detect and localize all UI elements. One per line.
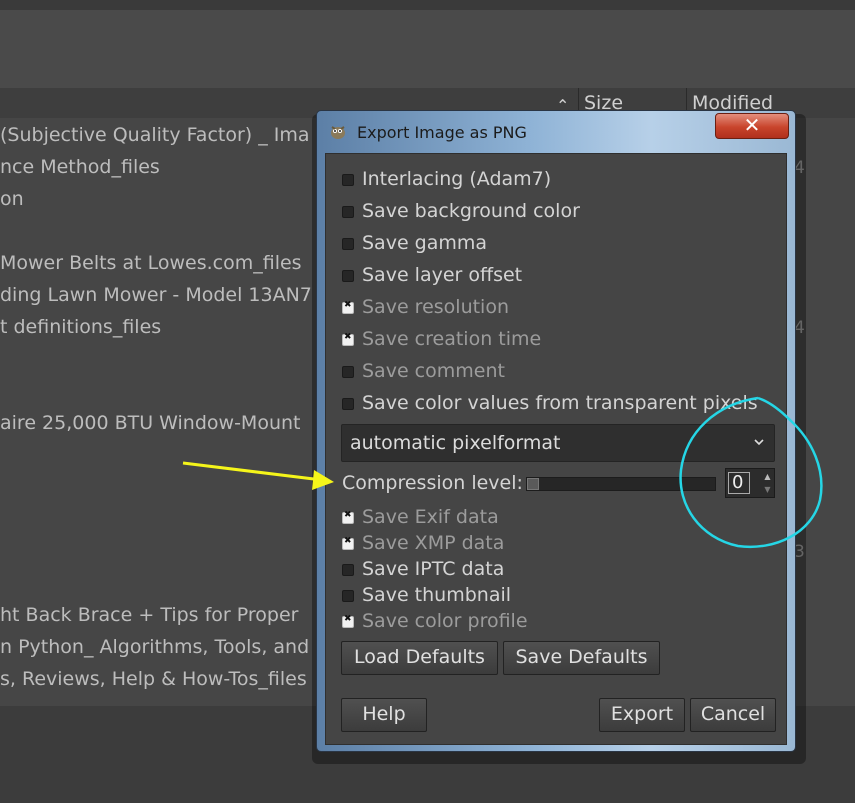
file-row[interactable]: on — [0, 188, 24, 210]
option-label: Save background color — [362, 200, 580, 222]
checkbox[interactable] — [342, 366, 354, 378]
checkbox[interactable] — [342, 300, 354, 314]
export-button[interactable]: Export — [599, 698, 685, 732]
dialog-title: Export Image as PNG — [357, 123, 527, 142]
option-label: Save Exif data — [362, 506, 499, 528]
spin-up-icon[interactable]: ▲ — [762, 471, 773, 483]
file-row[interactable]: n Python_ Algorithms, Tools, and — [0, 636, 309, 658]
dialog-titlebar[interactable]: Export Image as PNG ✕ — [317, 111, 795, 153]
compression-slider[interactable] — [526, 477, 716, 491]
file-row[interactable]: nce Method_files — [0, 156, 160, 178]
chevron-down-icon — [754, 439, 764, 446]
checkbox[interactable] — [342, 590, 354, 602]
cancel-button[interactable]: Cancel — [690, 698, 776, 732]
option-label: Save comment — [362, 360, 505, 382]
option-label: Interlacing (Adam7) — [362, 168, 552, 190]
window-top-strip — [0, 0, 855, 10]
file-row[interactable]: ht Back Brace + Tips for Proper — [0, 604, 299, 626]
option-label: Save layer offset — [362, 264, 523, 286]
file-row[interactable]: t definitions_files — [0, 316, 161, 338]
load-defaults-button[interactable]: Load Defaults — [341, 641, 498, 675]
option-label: Save IPTC data — [362, 558, 505, 580]
file-row[interactable]: aire 25,000 BTU Window-Mount — [0, 412, 300, 434]
checkbox[interactable] — [342, 510, 354, 524]
close-icon: ✕ — [743, 113, 761, 137]
checkbox[interactable] — [342, 332, 354, 346]
option-label: Save color values from transparent pixel… — [362, 392, 758, 414]
file-row[interactable]: (Subjective Quality Factor) _ Ima — [0, 124, 310, 146]
compression-spinbox[interactable]: 0 ▲ ▼ — [725, 468, 775, 498]
checkbox[interactable] — [342, 398, 354, 410]
option-label: Save thumbnail — [362, 584, 512, 606]
checkbox[interactable] — [342, 536, 354, 550]
option-label: Save color profile — [362, 610, 528, 632]
compression-label: Compression level: — [342, 472, 523, 494]
checkbox[interactable] — [342, 270, 354, 282]
dialog-content: Interlacing (Adam7) Save background colo… — [325, 153, 787, 745]
compression-slider-handle[interactable] — [527, 478, 539, 490]
help-button[interactable]: Help — [341, 698, 427, 732]
file-row[interactable]: s, Reviews, Help & How-Tos_files — [0, 668, 307, 690]
file-row[interactable]: ding Lawn Mower - Model 13AN7 — [0, 284, 312, 306]
save-defaults-button[interactable]: Save Defaults — [503, 641, 660, 675]
pixelformat-select[interactable]: automatic pixelformat — [341, 424, 775, 462]
option-label: Save resolution — [362, 296, 509, 318]
checkbox[interactable] — [342, 174, 354, 186]
pixelformat-value: automatic pixelformat — [350, 432, 561, 454]
file-chooser-toolbar — [0, 10, 855, 89]
checkbox[interactable] — [342, 614, 354, 628]
close-button[interactable]: ✕ — [715, 113, 789, 139]
spin-down-icon[interactable]: ▼ — [762, 484, 773, 496]
checkbox[interactable] — [342, 564, 354, 576]
checkbox[interactable] — [342, 238, 354, 250]
checkbox[interactable] — [342, 206, 354, 218]
gimp-icon — [331, 126, 345, 139]
option-label: Save creation time — [362, 328, 542, 350]
file-row[interactable]: Mower Belts at Lowes.com_files — [0, 252, 302, 274]
option-label: Save XMP data — [362, 532, 505, 554]
export-png-dialog: Export Image as PNG ✕ Interlacing (Adam7… — [316, 110, 796, 752]
option-label: Save gamma — [362, 232, 488, 254]
compression-value[interactable]: 0 — [728, 472, 750, 494]
